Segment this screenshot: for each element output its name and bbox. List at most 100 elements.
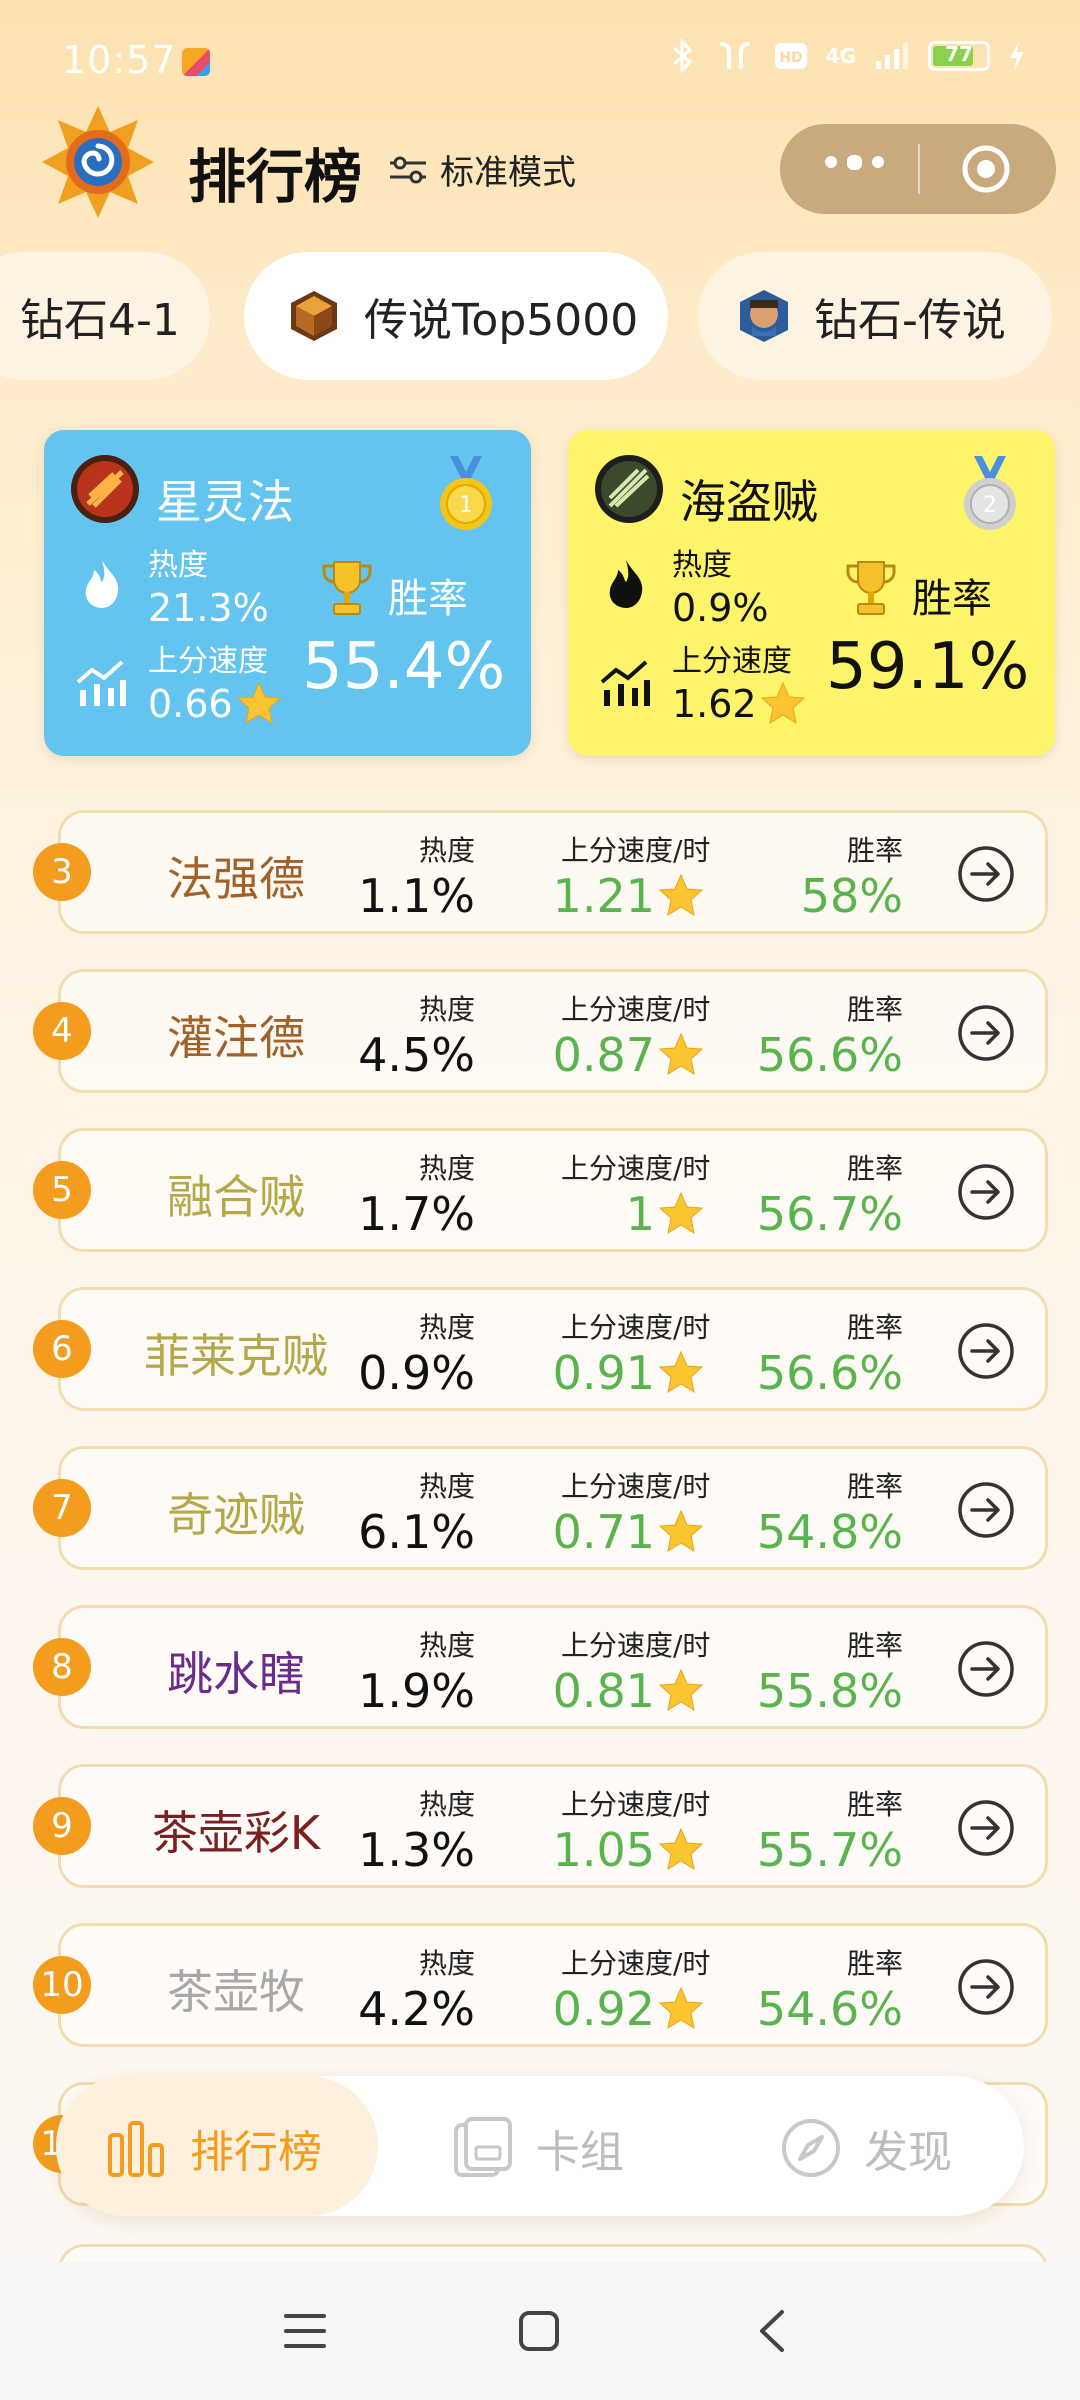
deck-row[interactable]: 6 菲莱克贼 热度 0.9% 上分速度/时 0.91 胜率 56.6% — [33, 1287, 1048, 1411]
close-target-icon[interactable] — [960, 143, 1012, 195]
trophy-icon — [322, 561, 372, 615]
winrate-value: 54.8% — [756, 1505, 903, 1559]
rising-chart-icon — [76, 660, 126, 706]
deck-name: 融合贼 — [167, 1170, 305, 1224]
arrow-circle-icon[interactable] — [957, 1163, 1015, 1221]
heat-value: 4.5% — [358, 1028, 475, 1082]
speed-value: 0.91 — [552, 1346, 655, 1400]
speed-value: 0.92 — [552, 1982, 655, 2036]
menu-icon[interactable] — [284, 2310, 326, 2352]
winrate-label: 胜率 — [846, 1788, 903, 1821]
star-icon — [658, 1191, 704, 1235]
star-icon — [658, 1668, 704, 1712]
winrate-label: 胜率 — [846, 1152, 903, 1185]
compass-icon — [782, 2119, 840, 2177]
heat-value: 1.3% — [358, 1823, 475, 1877]
top-card-1[interactable]: 星灵法 1 热度 21.3% 上分速度 0.66 胜率 55.4% — [44, 430, 531, 756]
star-icon — [236, 681, 281, 725]
speed-value: 0.71 — [552, 1505, 655, 1559]
deck-name: 菲莱克贼 — [144, 1329, 328, 1383]
speed-value: 0.66 — [148, 682, 233, 726]
deck-name: 茶壶牧 — [167, 1965, 305, 2019]
tab-label: 传说Top5000 — [364, 295, 639, 346]
winrate-label: 胜率 — [846, 1947, 903, 1980]
back-icon[interactable] — [756, 2308, 786, 2354]
star-icon — [658, 873, 704, 917]
winrate-label: 胜率 — [846, 1629, 903, 1662]
tab-decks[interactable]: 卡组 — [452, 2116, 624, 2180]
more-menu-button[interactable] — [825, 155, 884, 170]
arrow-circle-icon[interactable] — [957, 1322, 1015, 1380]
network-type: 4G — [825, 44, 856, 68]
tab-discover[interactable]: 发现 — [780, 2116, 952, 2180]
rank-badge: 10 — [33, 1956, 91, 2014]
speed-label: 上分速度/时 — [561, 993, 711, 1026]
deck-row[interactable]: 5 融合贼 热度 1.7% 上分速度/时 1 胜率 56.7% — [33, 1128, 1048, 1252]
rank-badge: 3 — [33, 843, 91, 901]
speed-value-group: 1.62 — [672, 680, 807, 728]
deck-row[interactable]: 3 法强德 热度 1.1% 上分速度/时 1.21 胜率 58% — [33, 810, 1048, 934]
arrow-circle-icon[interactable] — [957, 1640, 1015, 1698]
speed-label: 上分速度/时 — [561, 1311, 711, 1344]
speed-value-group: 0.91 — [553, 1346, 705, 1400]
heat-value: 6.1% — [358, 1505, 475, 1559]
battery-icon: 77 — [928, 41, 990, 71]
legend-hexagon-icon — [291, 291, 337, 341]
deck-row[interactable]: 8 跳水瞎 热度 1.9% 上分速度/时 0.81 胜率 55.8% — [33, 1605, 1048, 1729]
page-title: 排行榜 — [188, 143, 363, 211]
deck-name: 茶壶彩K — [151, 1806, 321, 1860]
medal-rank: 1 — [459, 493, 473, 518]
diamond-hero-icon — [740, 290, 788, 342]
speed-value: 1.62 — [672, 682, 757, 726]
deck-row[interactable]: 10 茶壶牧 热度 4.2% 上分速度/时 0.92 胜率 54.6% — [33, 1923, 1048, 2047]
winrate-label: 胜率 — [846, 834, 903, 867]
rank-badge: 6 — [33, 1320, 91, 1378]
medal-rank: 2 — [983, 493, 997, 518]
trophy-icon — [846, 561, 896, 615]
star-icon — [658, 1986, 704, 2030]
tab-ranking[interactable]: 排行榜 — [106, 2116, 322, 2180]
deck-name: 海盗贼 — [680, 475, 818, 529]
deck-name: 星灵法 — [156, 475, 294, 529]
mode-selector[interactable]: 标准模式 — [388, 145, 576, 194]
star-icon — [658, 1509, 704, 1553]
tab-label: 钻石4-1 — [20, 295, 180, 346]
winrate-label: 胜率 — [912, 576, 992, 622]
speed-label: 上分速度/时 — [561, 1629, 711, 1662]
speed-value-group: 1 — [626, 1187, 705, 1241]
star-icon — [658, 1350, 704, 1394]
tab-diamond-legend[interactable]: 钻石-传说 — [698, 252, 1052, 380]
speed-value-group: 1.05 — [553, 1823, 705, 1877]
speed-value: 1.21 — [552, 869, 655, 923]
speed-value-group: 0.71 — [553, 1505, 705, 1559]
heat-label: 热度 — [418, 834, 475, 867]
deck-row[interactable]: 7 奇迹贼 热度 6.1% 上分速度/时 0.71 胜率 54.8% — [33, 1446, 1048, 1570]
winrate-value: 56.7% — [756, 1187, 903, 1241]
tab-legend-top5000[interactable]: 传说Top5000 — [244, 252, 668, 380]
speed-label: 上分速度/时 — [561, 1788, 711, 1821]
arrow-circle-icon[interactable] — [957, 845, 1015, 903]
deck-row[interactable]: 4 灌注德 热度 4.5% 上分速度/时 0.87 胜率 56.6% — [33, 969, 1048, 1093]
top-card-2[interactable]: 海盗贼 2 热度 0.9% 上分速度 1.62 胜率 59.1% — [568, 430, 1055, 756]
status-icons: HD 4G 77 — [670, 38, 1026, 74]
earbuds-icon — [719, 42, 750, 69]
home-icon[interactable] — [518, 2310, 560, 2352]
arrow-circle-icon[interactable] — [957, 1799, 1015, 1857]
winrate-value: 55.7% — [756, 1823, 903, 1877]
mini-program-capsule — [780, 124, 1056, 214]
tab-diamond-4-1[interactable]: 钻石4-1 — [0, 252, 210, 380]
mode-label: 标准模式 — [440, 153, 576, 193]
heat-value: 21.3% — [148, 586, 269, 630]
system-nav-bar — [0, 2262, 1080, 2400]
heat-label: 热度 — [418, 1788, 475, 1821]
speed-label: 上分速度 — [148, 644, 268, 679]
speed-label: 上分速度/时 — [561, 1947, 711, 1980]
speed-value-group: 1.21 — [553, 869, 705, 923]
arrow-circle-icon[interactable] — [957, 1958, 1015, 2016]
charging-icon — [1010, 41, 1024, 71]
arrow-circle-icon[interactable] — [957, 1004, 1015, 1062]
bluetooth-icon — [672, 38, 692, 74]
winrate-value: 55.8% — [756, 1664, 903, 1718]
deck-row[interactable]: 9 茶壶彩K 热度 1.3% 上分速度/时 1.05 胜率 55.7% — [33, 1764, 1048, 1888]
arrow-circle-icon[interactable] — [957, 1481, 1015, 1539]
